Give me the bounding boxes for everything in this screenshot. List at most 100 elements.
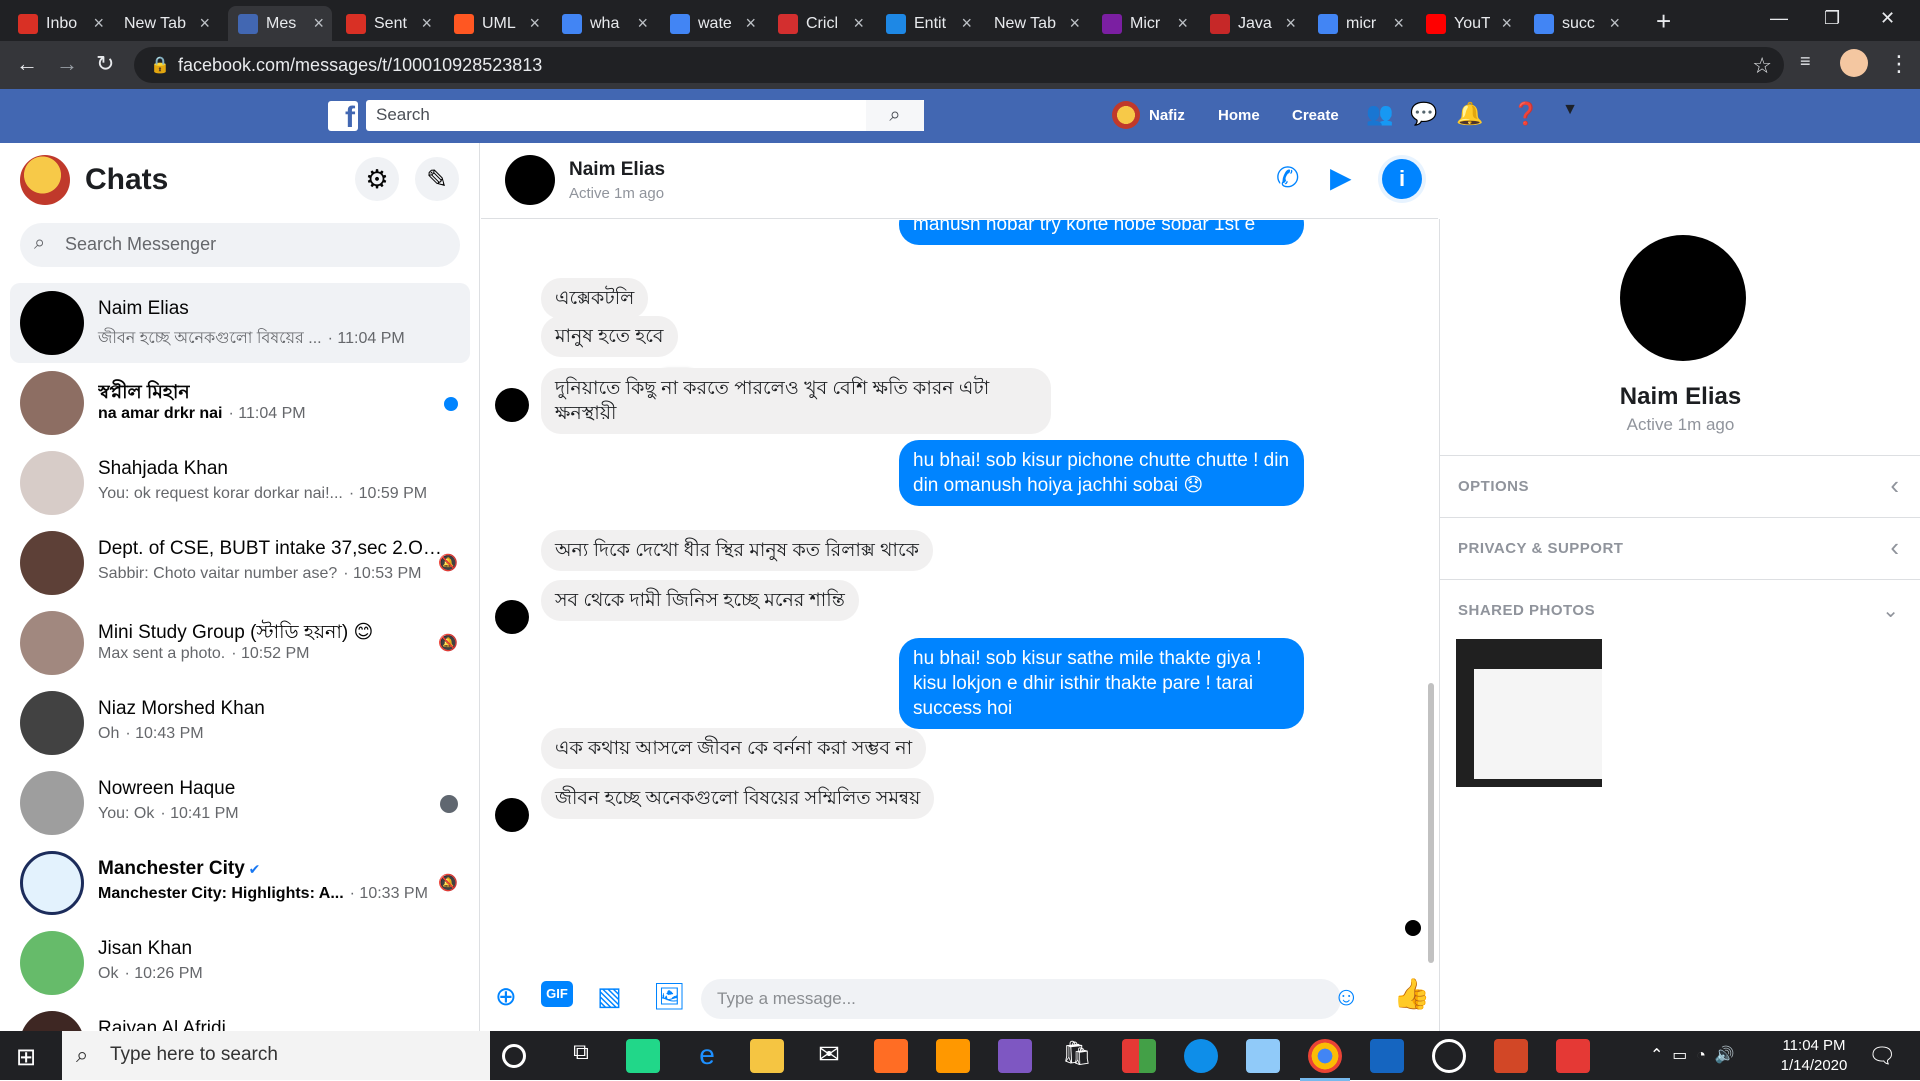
gif-icon[interactable]: GIF	[541, 981, 573, 1007]
outgoing-message[interactable]: manush hobar try korte hobe sobar 1st e	[899, 220, 1304, 245]
clock-time[interactable]: 11:04 PM	[1778, 1037, 1850, 1054]
close-tab-icon[interactable]: ×	[1501, 13, 1512, 34]
chat-list-item[interactable]: Dept. of CSE, BUBT intake 37,sec 2.Offic…	[10, 523, 470, 603]
privacy-support-section[interactable]: PRIVACY & SUPPORT ‹	[1440, 517, 1920, 579]
sublime-icon[interactable]	[936, 1039, 970, 1073]
my-avatar[interactable]	[20, 155, 70, 205]
mail-icon[interactable]: ✉	[812, 1039, 846, 1073]
photo-icon[interactable]: 🖼	[653, 981, 686, 1012]
action-center-icon[interactable]: 🗨	[1868, 1043, 1896, 1069]
thread-scrollbar[interactable]	[1428, 683, 1434, 963]
incoming-message[interactable]: জীবন হচ্ছে অনেকগুলো বিষয়ের সম্মিলিত সমন…	[541, 778, 935, 819]
messenger-icon[interactable]: 💬	[1410, 101, 1438, 129]
powerpoint-icon[interactable]	[1494, 1039, 1528, 1073]
contact-name[interactable]: Naim Elias	[569, 159, 665, 181]
browser-tab[interactable]: Entit ×	[876, 6, 980, 41]
browser-tab[interactable]: Micr ×	[1092, 6, 1196, 41]
contact-avatar[interactable]	[505, 155, 555, 205]
close-tab-icon[interactable]: ×	[1609, 13, 1620, 34]
account-menu-caret-icon[interactable]: ▼	[1556, 101, 1584, 129]
incoming-message[interactable]: সব থেকে দামী জিনিস হচ্ছে মনের শান্তি	[541, 580, 859, 621]
chat-list-item[interactable]: স্বপ্নীল মিহান na amar drkr nai · 11:04 PM	[10, 363, 470, 443]
visual-studio-icon[interactable]	[998, 1039, 1032, 1073]
chat-list-item[interactable]: Nowreen Haque You: Ok · 10:41 PM	[10, 763, 470, 843]
chat-list-item[interactable]: Naim Elias জীবন হচ্ছে অনেকগুলো বিষয়ের ..…	[10, 283, 470, 363]
close-tab-icon[interactable]: ×	[961, 13, 972, 34]
profile-name[interactable]: Naim Elias	[1440, 383, 1920, 411]
close-tab-icon[interactable]: ×	[853, 13, 864, 34]
browser-tab[interactable]: succ ×	[1524, 6, 1628, 41]
incoming-message[interactable]: এক্সেকটলি	[541, 278, 649, 319]
pycharm-icon[interactable]	[626, 1039, 660, 1073]
store-icon[interactable]: 🛍	[1060, 1039, 1094, 1073]
new-message-icon[interactable]: ✎	[415, 157, 459, 201]
chat-list-item[interactable]: Raiyan Al Afridi	[10, 1003, 470, 1031]
close-tab-icon[interactable]: ×	[529, 13, 540, 34]
create-link[interactable]: Create	[1292, 107, 1339, 124]
teamviewer-icon[interactable]	[1184, 1039, 1218, 1073]
browser-tab[interactable]: YouT ×	[1416, 6, 1520, 41]
xampp-icon[interactable]	[874, 1039, 908, 1073]
outgoing-message[interactable]: hu bhai! sob kisur pichone chutte chutte…	[899, 440, 1304, 506]
browser-tab[interactable]: Inbo ×	[8, 6, 112, 41]
settings-gear-icon[interactable]: ⚙	[355, 157, 399, 201]
acrobat-icon[interactable]	[1556, 1039, 1590, 1073]
search-icon[interactable]: ⌕	[866, 100, 924, 131]
browser-tab[interactable]: New Tab ×	[984, 6, 1088, 41]
incoming-message[interactable]: অন্য দিকে দেখো ধীর স্থির মানুষ কত রিলাক্…	[541, 530, 933, 571]
video-call-icon[interactable]: ▶	[1330, 161, 1352, 194]
facebook-search-input[interactable]: Search	[366, 100, 924, 131]
forward-button[interactable]: →	[56, 51, 78, 77]
messenger-search-input[interactable]: ⌕ Search Messenger	[20, 223, 460, 267]
maximize-button[interactable]: ❐	[1824, 8, 1840, 29]
browser-menu-icon[interactable]: ⋮	[1888, 51, 1910, 77]
close-tab-icon[interactable]: ×	[313, 13, 324, 34]
sticker-icon[interactable]: ▧	[597, 981, 622, 1012]
close-tab-icon[interactable]: ×	[745, 13, 756, 34]
browser-tab[interactable]: wha ×	[552, 6, 656, 41]
chat-list-item[interactable]: Jisan Khan Ok · 10:26 PM	[10, 923, 470, 1003]
browser-tab[interactable]: New Tab ×	[114, 6, 218, 41]
task-view-icon[interactable]: ⧉	[564, 1039, 598, 1073]
profile-picture[interactable]	[1620, 235, 1746, 361]
address-bar[interactable]: 🔒 facebook.com/messages/t/10001092852381…	[134, 47, 1784, 83]
home-link[interactable]: Home	[1218, 107, 1260, 124]
system-tray[interactable]: ⌃ ▭ ◔ 🔊	[1650, 1045, 1735, 1065]
close-tab-icon[interactable]: ×	[1393, 13, 1404, 34]
edge-icon[interactable]: e	[690, 1039, 724, 1073]
back-button[interactable]: ←	[16, 51, 38, 77]
close-tab-icon[interactable]: ×	[1177, 13, 1188, 34]
incoming-message[interactable]: এক কথায় আসলে জীবন কে বর্ননা করা সম্ভব ন…	[541, 728, 927, 769]
friend-requests-icon[interactable]: 👥	[1366, 101, 1394, 129]
incoming-message[interactable]: দুনিয়াতে কিছু না করতে পারলেও খুব বেশি ক…	[541, 368, 1051, 434]
reading-list-icon[interactable]: ≡	[1800, 51, 1811, 72]
browser-tab[interactable]: Cricl ×	[768, 6, 872, 41]
browser-tab[interactable]: UML ×	[444, 6, 548, 41]
browser-tab[interactable]: wate ×	[660, 6, 764, 41]
outgoing-message[interactable]: hu bhai! sob kisur sathe mile thakte giy…	[899, 638, 1304, 729]
file-explorer-icon[interactable]	[750, 1039, 784, 1073]
cortana-icon[interactable]	[502, 1044, 526, 1068]
profile-link[interactable]: Nafiz	[1149, 107, 1185, 124]
more-actions-plus-icon[interactable]: ⊕	[495, 981, 517, 1012]
thumbs-up-send-icon[interactable]: 👍	[1393, 977, 1430, 1012]
clock-date[interactable]: 1/14/2020	[1772, 1057, 1856, 1074]
sql-tool-icon[interactable]	[1370, 1039, 1404, 1073]
bookmark-star-icon[interactable]: ☆	[1752, 53, 1772, 79]
browser-tab[interactable]: micr ×	[1308, 6, 1412, 41]
close-tab-icon[interactable]: ×	[421, 13, 432, 34]
emoji-icon[interactable]: ☺	[1333, 981, 1360, 1012]
help-icon[interactable]: ❓	[1512, 101, 1540, 129]
app-grid-icon[interactable]	[1122, 1039, 1156, 1073]
reload-button[interactable]: ↻	[96, 51, 114, 77]
close-tab-icon[interactable]: ×	[199, 13, 210, 34]
taskbar-search-input[interactable]: ⌕ Type here to search	[62, 1031, 490, 1080]
chat-list-item[interactable]: Shahjada Khan You: ok request korar dorka…	[10, 443, 470, 523]
windows-start-icon[interactable]: ⊞	[16, 1043, 36, 1072]
facebook-logo[interactable]: f	[328, 101, 358, 134]
voice-call-icon[interactable]: ✆	[1276, 161, 1299, 194]
user-avatar[interactable]	[1112, 101, 1140, 129]
close-tab-icon[interactable]: ×	[637, 13, 648, 34]
chat-list-item[interactable]: Mini Study Group (স্টাডি হয়না) 😊 Max sen…	[10, 603, 470, 683]
conversation-info-icon[interactable]: i	[1382, 159, 1422, 199]
